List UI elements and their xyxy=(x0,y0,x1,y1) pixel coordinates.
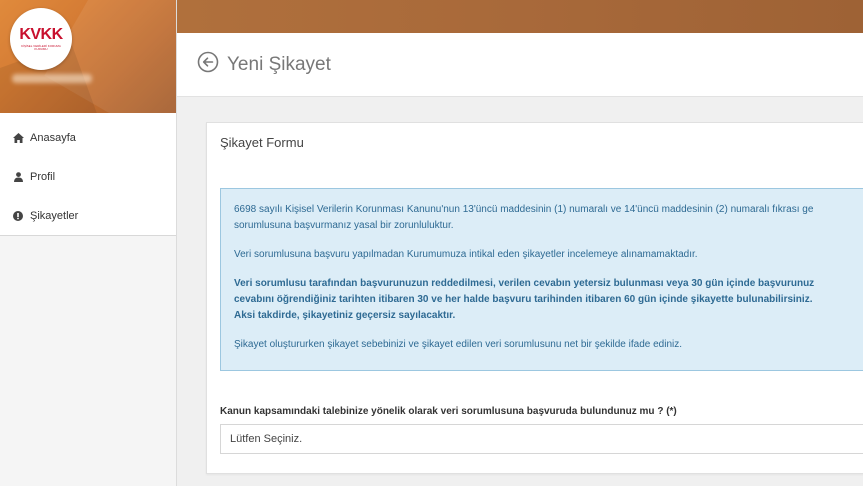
logo-text: KVKK xyxy=(19,26,63,43)
info-text: Şikayet oluştururken şikayet sebebinizi … xyxy=(234,339,683,350)
info-paragraph: 6698 sayılı Kişisel Verilerin Korunması … xyxy=(234,202,863,234)
home-icon xyxy=(12,132,24,144)
sidebar-item-label: Şikayetler xyxy=(30,209,79,222)
logo-subtitle: KİŞİSEL VERİLERİ KORUMA KURUMU xyxy=(21,44,61,51)
sidebar: KVKK KİŞİSEL VERİLERİ KORUMA KURUMU Anas… xyxy=(0,0,177,486)
sidebar-item-profil[interactable]: Profil xyxy=(0,157,176,196)
application-select[interactable]: Lütfen Seçiniz. xyxy=(220,424,863,454)
info-paragraph: Şikayet oluştururken şikayet sebebinizi … xyxy=(234,337,863,353)
user-icon xyxy=(12,171,24,183)
question-label: Kanun kapsamındaki talebinize yönelik ol… xyxy=(220,406,677,417)
info-text: 6698 sayılı Kişisel Verilerin Korunması … xyxy=(234,204,814,215)
brand-banner: KVKK KİŞİSEL VERİLERİ KORUMA KURUMU xyxy=(0,0,176,113)
arrow-left-circle-icon[interactable] xyxy=(197,51,227,78)
sidebar-item-label: Anasayfa xyxy=(30,132,76,144)
info-text: cevabını öğrendiğiniz tarihten itibaren … xyxy=(234,294,813,305)
info-text: Veri sorumlusuna başvuru yapılmadan Kuru… xyxy=(234,249,698,260)
info-text: sorumlusuna başvurmanız yasal bir zorunl… xyxy=(234,220,454,231)
info-text: Veri sorumlusu tarafından başvurunuzun r… xyxy=(234,278,815,289)
top-bar xyxy=(177,0,863,33)
info-paragraph-warning: Veri sorumlusu tarafından başvurunuzun r… xyxy=(234,276,863,324)
sidebar-item-label: Profil xyxy=(30,170,56,183)
info-text: Aksi takdirde, şikayetiniz geçersiz sayı… xyxy=(234,310,456,321)
form-title: Şikayet Formu xyxy=(220,135,304,150)
kvkk-logo[interactable]: KVKK KİŞİSEL VERİLERİ KORUMA KURUMU xyxy=(10,8,72,70)
page-title: Yeni Şikayet xyxy=(227,53,331,75)
page-header: Yeni Şikayet xyxy=(177,33,863,97)
info-alert: 6698 sayılı Kişisel Verilerin Korunması … xyxy=(220,188,863,371)
exclamation-circle-icon xyxy=(12,210,24,222)
sidebar-item-sikayetler[interactable]: Şikayetler xyxy=(0,196,176,235)
complaint-form-panel: Şikayet Formu 6698 sayılı Kişisel Verile… xyxy=(206,122,863,474)
sidebar-menu: Anasayfa Profil Şikayetler xyxy=(0,113,176,236)
sidebar-item-anasayfa[interactable]: Anasayfa xyxy=(0,113,176,157)
blurred-user-name xyxy=(12,74,92,83)
info-paragraph: Veri sorumlusuna başvuru yapılmadan Kuru… xyxy=(234,247,863,263)
